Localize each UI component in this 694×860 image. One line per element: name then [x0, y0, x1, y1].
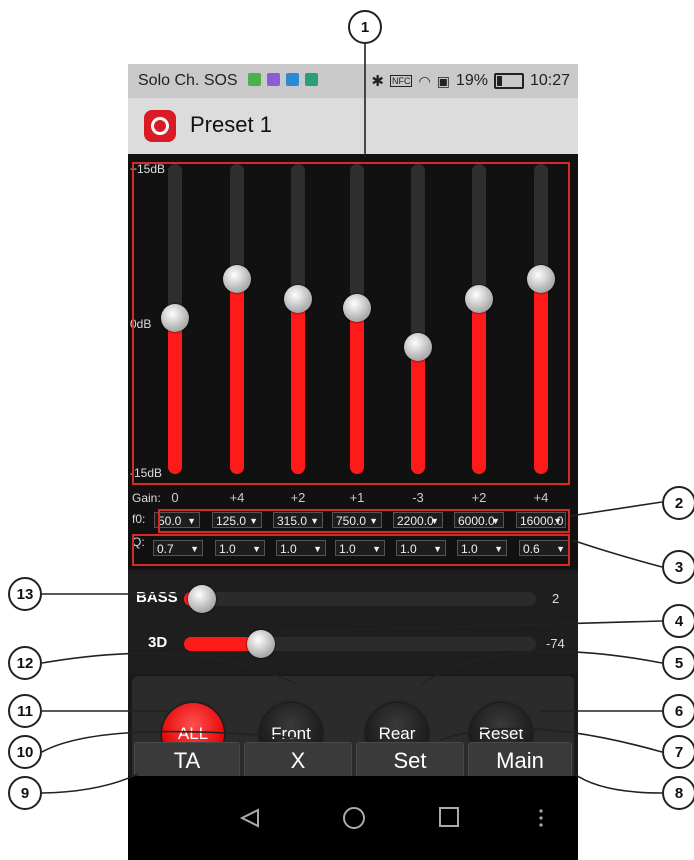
wifi-icon: ◠ — [418, 72, 431, 89]
callout-badge: 5 — [662, 646, 694, 680]
effect-sliders: BASS 2 3D -74 — [128, 571, 578, 674]
callout-badge: 6 — [662, 694, 694, 728]
callout-badge: 1 — [348, 10, 382, 44]
callout-badge: 2 — [662, 486, 694, 520]
recents-icon[interactable] — [439, 807, 459, 827]
bass-slider-knob[interactable] — [187, 585, 216, 613]
tab-set[interactable]: Set — [356, 742, 464, 778]
menu-icon[interactable] — [539, 809, 543, 827]
notification-app-icon — [248, 73, 261, 86]
callout-badge: 13 — [8, 577, 42, 611]
callout-badge: 4 — [662, 604, 694, 638]
eq-band-gain: +2 — [471, 490, 487, 505]
carrier-label: Solo Ch. SOS — [138, 72, 238, 89]
q-row-highlight — [132, 534, 570, 566]
home-icon[interactable] — [343, 807, 365, 829]
notification-app-icon — [286, 73, 299, 86]
callout-badge: 3 — [662, 550, 694, 584]
callout-badge: 8 — [662, 776, 694, 810]
eq-band-gain: +4 — [229, 490, 245, 505]
3d-label: 3D — [148, 634, 168, 651]
battery-icon — [493, 73, 524, 89]
callout-badge: 9 — [8, 776, 42, 810]
eq-sliders-highlight — [132, 162, 570, 485]
callout-badge: 10 — [8, 735, 42, 769]
f0-row-highlight — [158, 509, 570, 533]
eq-band-gain: -3 — [412, 490, 424, 505]
callout-badge: 12 — [8, 646, 42, 680]
app-logo-icon[interactable] — [144, 110, 176, 142]
notification-icons — [248, 73, 318, 86]
tab-x[interactable]: X — [244, 742, 352, 778]
eq-band-gain: 0 — [171, 490, 179, 505]
nav-bar — [128, 776, 578, 860]
page-title: Preset 1 — [190, 112, 272, 137]
nfc-icon: NFC — [389, 75, 413, 87]
tab-ta[interactable]: TA — [134, 742, 240, 778]
eq-band-gain: +1 — [349, 490, 365, 505]
3d-slider-knob[interactable] — [247, 630, 276, 658]
battery-percent: 19% — [455, 72, 488, 89]
3d-value: -74 — [546, 636, 565, 651]
bass-slider-track[interactable] — [184, 592, 536, 606]
status-bar: Solo Ch. SOS ✱ NFC ◠ ▣ 19% 10:27 — [128, 64, 578, 98]
callout-badge: 11 — [8, 694, 42, 728]
eq-band-gain: +4 — [533, 490, 549, 505]
tab-main[interactable]: Main — [468, 742, 572, 778]
notification-app-icon — [305, 73, 318, 86]
status-right: ✱ NFC ◠ ▣ 19% 10:27 — [371, 72, 570, 90]
equalizer-panel: +15dB 0dB -15dB Gain: f0: Q: 0 50.0 ▼ 0.7 ▼ +… — [128, 154, 578, 569]
clock: 10:27 — [529, 72, 570, 89]
f0-row-label: f0: — [132, 512, 146, 526]
notification-app-icon — [267, 73, 280, 86]
app-bar: Preset 1 — [128, 98, 578, 154]
phone-screen: Solo Ch. SOS ✱ NFC ◠ ▣ 19% 10:27 Preset … — [128, 64, 578, 860]
eq-band-gain: +2 — [290, 490, 306, 505]
nav-icons — [239, 807, 543, 829]
callout-badge: 7 — [662, 735, 694, 769]
bass-value: 2 — [552, 591, 560, 606]
back-icon[interactable] — [239, 808, 259, 828]
sim-icon: ▣ — [436, 72, 450, 89]
gain-row-label: Gain: — [132, 491, 161, 505]
bass-label: BASS — [136, 589, 178, 606]
bluetooth-icon: ✱ — [371, 73, 384, 90]
